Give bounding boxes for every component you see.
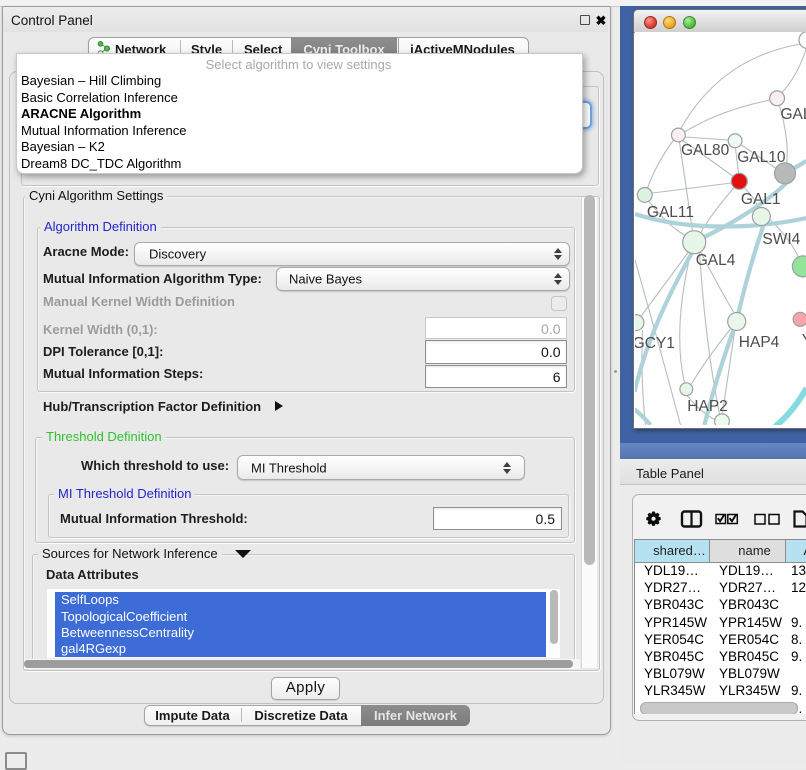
svg-text:GAL80: GAL80 (681, 142, 730, 159)
svg-text:HAP2: HAP2 (687, 398, 728, 415)
svg-text:HAP4: HAP4 (738, 334, 779, 351)
svg-text:GAL7: GAL7 (780, 106, 806, 123)
svg-text:GAL1: GAL1 (740, 191, 780, 208)
svg-text:GCY1: GCY1 (635, 335, 675, 352)
svg-text:SWI4: SWI4 (762, 231, 800, 248)
svg-text:Y: Y (801, 332, 806, 349)
svg-text:GAL11: GAL11 (646, 204, 693, 221)
svg-text:GAL4: GAL4 (695, 252, 735, 269)
svg-text:GAL10: GAL10 (737, 149, 786, 166)
